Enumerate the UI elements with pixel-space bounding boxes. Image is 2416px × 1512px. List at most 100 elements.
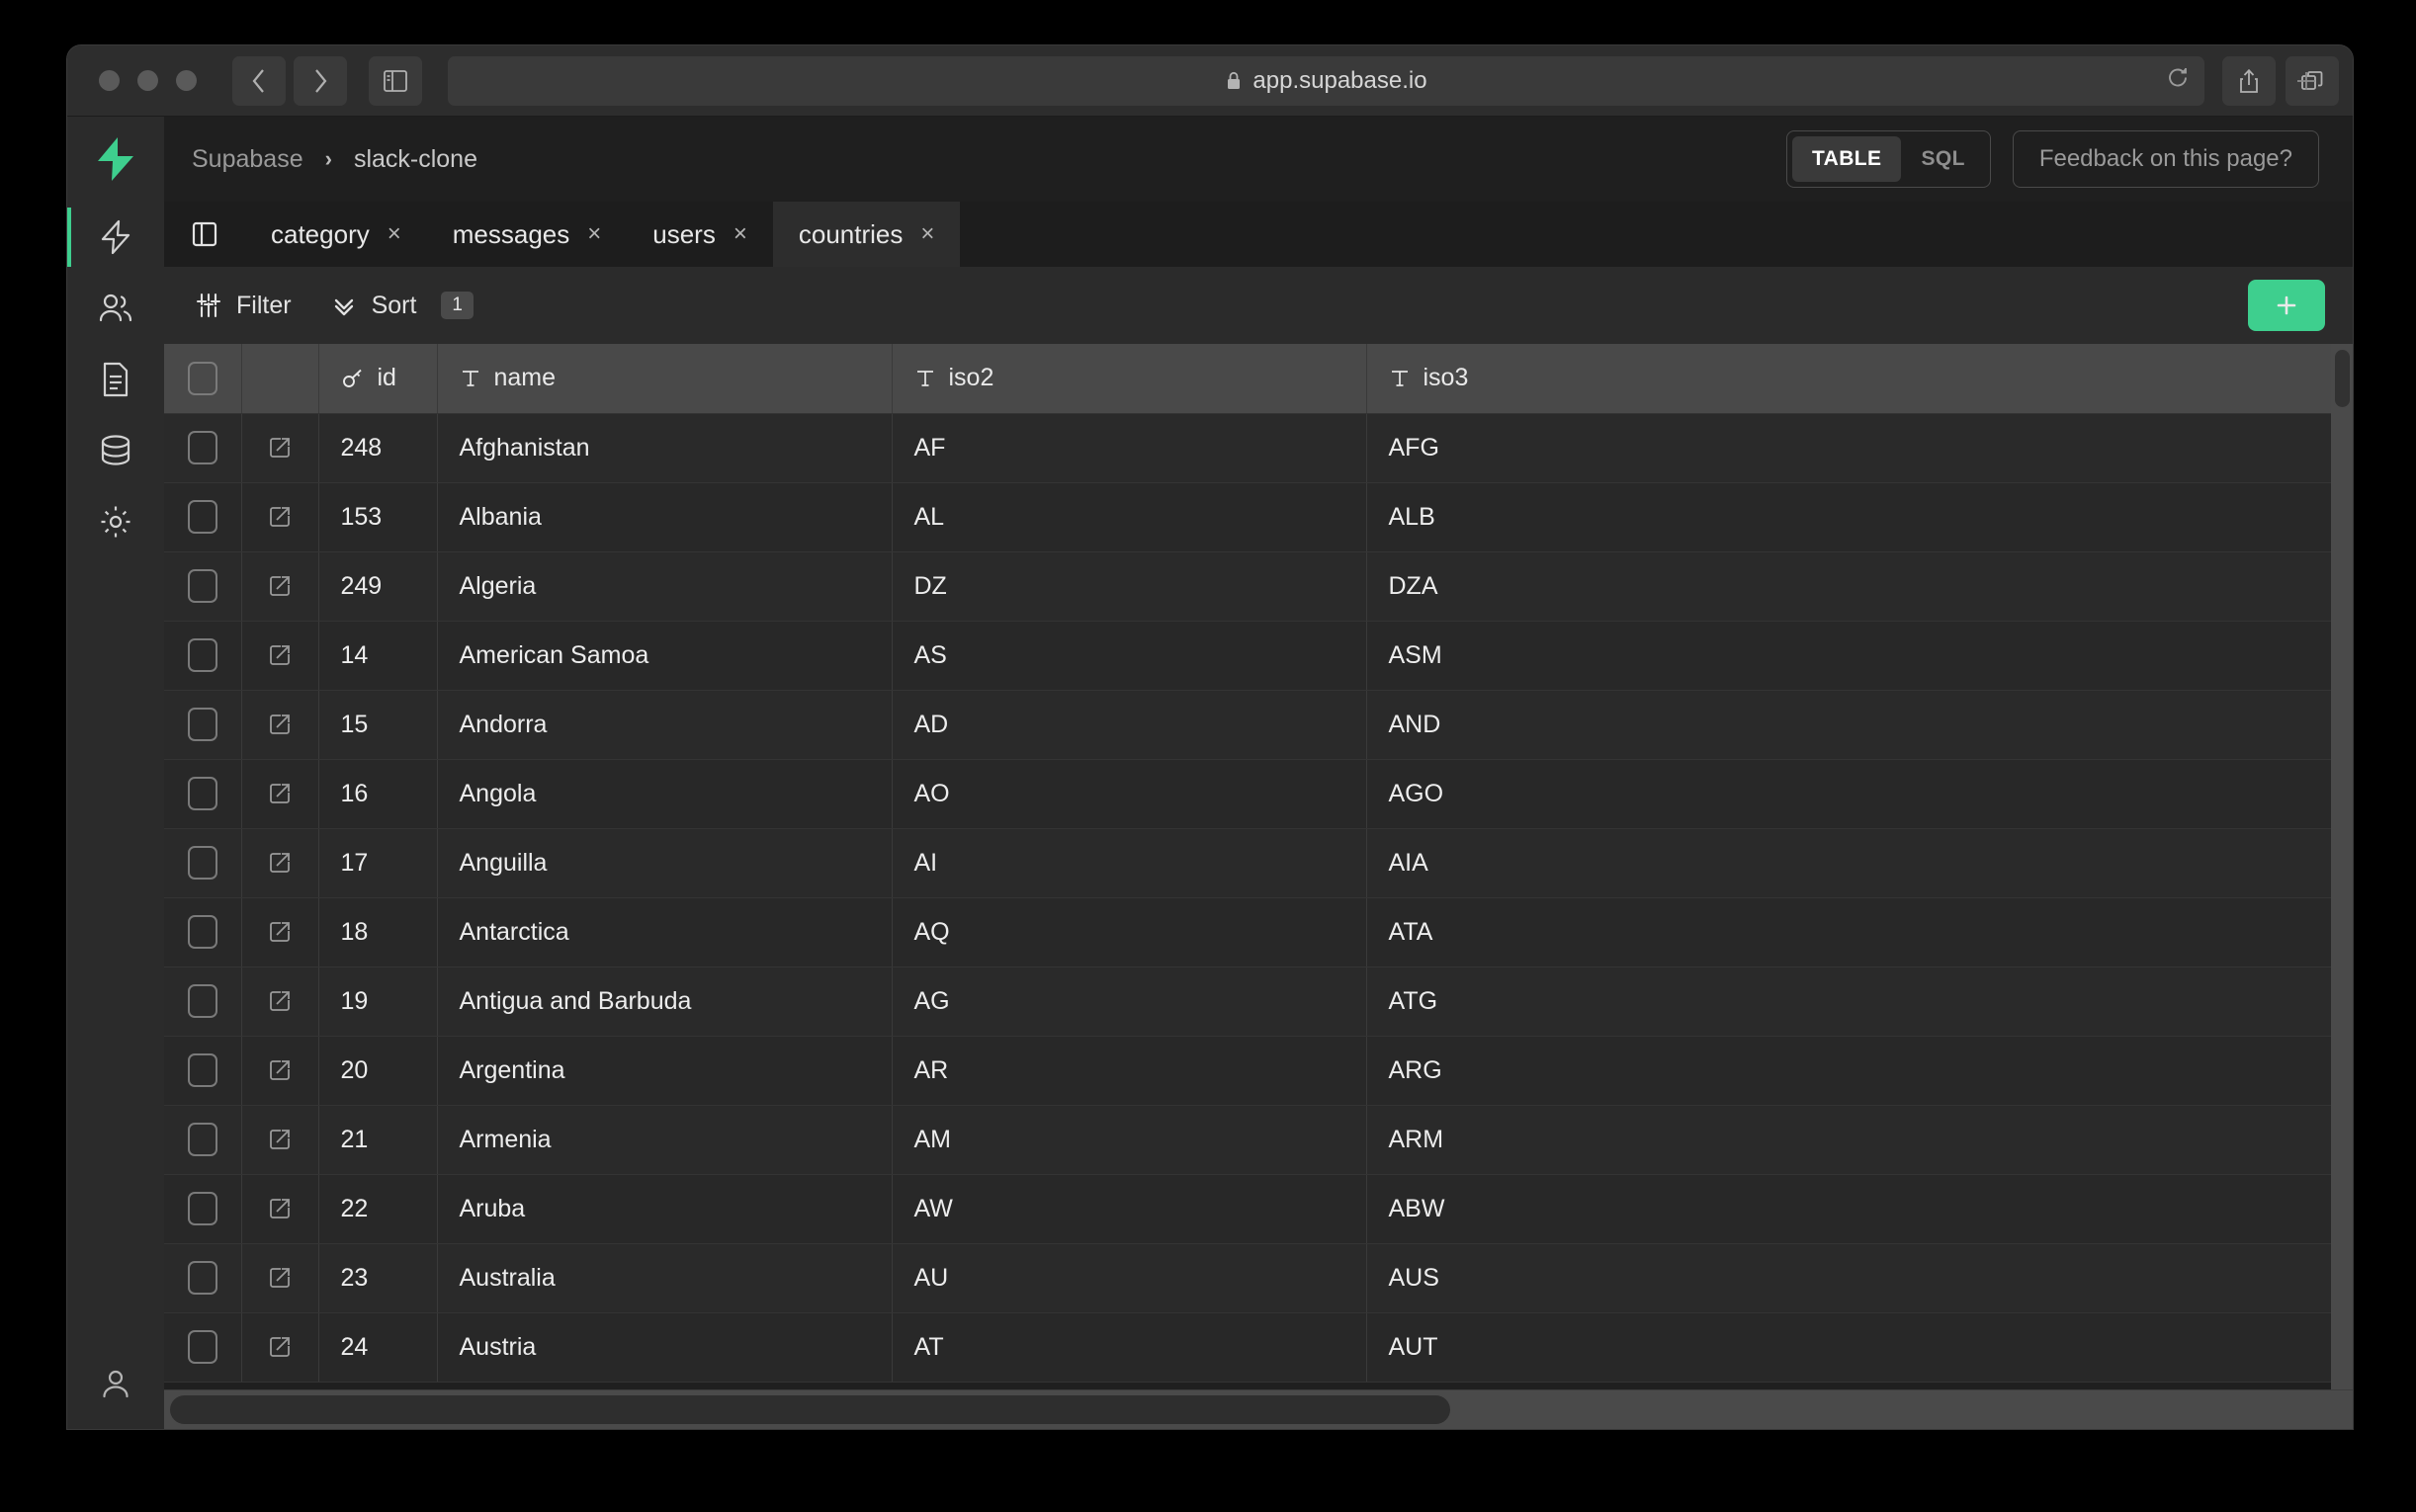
- row-select-cell[interactable]: [164, 966, 241, 1036]
- tab-users[interactable]: users ×: [627, 202, 773, 267]
- cell-iso2[interactable]: AW: [892, 1174, 1366, 1243]
- row-expand-cell[interactable]: [241, 1243, 318, 1312]
- select-all-header[interactable]: [164, 344, 241, 413]
- cell-id[interactable]: 249: [318, 551, 437, 621]
- cell-name[interactable]: Antigua and Barbuda: [437, 966, 892, 1036]
- row-expand-cell[interactable]: [241, 690, 318, 759]
- table-row[interactable]: 18AntarcticaAQATA: [164, 897, 2353, 966]
- address-bar[interactable]: app.supabase.io: [448, 56, 2204, 106]
- cell-name[interactable]: Angola: [437, 759, 892, 828]
- horizontal-scrollbar-thumb[interactable]: [170, 1395, 1450, 1424]
- cell-id[interactable]: 22: [318, 1174, 437, 1243]
- forward-button[interactable]: [294, 56, 347, 106]
- sidebar-item-auth[interactable]: [67, 273, 164, 344]
- row-expand-cell[interactable]: [241, 621, 318, 690]
- new-tab-button[interactable]: [2291, 45, 2353, 116]
- close-icon[interactable]: ×: [388, 222, 401, 246]
- tab-countries[interactable]: countries ×: [773, 202, 961, 267]
- cell-iso2[interactable]: AM: [892, 1105, 1366, 1174]
- cell-iso2[interactable]: AL: [892, 482, 1366, 551]
- cell-iso3[interactable]: ARM: [1366, 1105, 2353, 1174]
- horizontal-scrollbar[interactable]: [164, 1389, 2353, 1429]
- row-select-cell[interactable]: [164, 1105, 241, 1174]
- table-row[interactable]: 19Antigua and BarbudaAGATG: [164, 966, 2353, 1036]
- breadcrumb-org[interactable]: Supabase: [192, 145, 303, 174]
- cell-name[interactable]: Albania: [437, 482, 892, 551]
- add-row-button[interactable]: [2248, 280, 2325, 331]
- row-select-cell[interactable]: [164, 551, 241, 621]
- row-expand-cell[interactable]: [241, 1174, 318, 1243]
- cell-iso2[interactable]: AI: [892, 828, 1366, 897]
- table-row[interactable]: 21ArmeniaAMARM: [164, 1105, 2353, 1174]
- cell-id[interactable]: 21: [318, 1105, 437, 1174]
- close-icon[interactable]: ×: [587, 222, 601, 246]
- column-header-id[interactable]: id: [318, 344, 437, 413]
- cell-iso3[interactable]: ATG: [1366, 966, 2353, 1036]
- cell-iso2[interactable]: DZ: [892, 551, 1366, 621]
- row-expand-cell[interactable]: [241, 828, 318, 897]
- cell-iso2[interactable]: AF: [892, 413, 1366, 482]
- cell-id[interactable]: 18: [318, 897, 437, 966]
- row-checkbox[interactable]: [188, 431, 217, 464]
- row-expand-cell[interactable]: [241, 966, 318, 1036]
- table-row[interactable]: 24AustriaATAUT: [164, 1312, 2353, 1382]
- row-expand-cell[interactable]: [241, 897, 318, 966]
- cell-id[interactable]: 153: [318, 482, 437, 551]
- row-select-cell[interactable]: [164, 828, 241, 897]
- row-checkbox[interactable]: [188, 984, 217, 1018]
- cell-name[interactable]: American Samoa: [437, 621, 892, 690]
- cell-iso3[interactable]: DZA: [1366, 551, 2353, 621]
- row-checkbox[interactable]: [188, 1192, 217, 1225]
- cell-id[interactable]: 19: [318, 966, 437, 1036]
- close-icon[interactable]: ×: [920, 222, 934, 246]
- table-row[interactable]: 14American SamoaASASM: [164, 621, 2353, 690]
- cell-iso2[interactable]: AD: [892, 690, 1366, 759]
- tab-sql-view[interactable]: SQL: [1901, 136, 1984, 182]
- row-checkbox[interactable]: [188, 915, 217, 949]
- cell-iso3[interactable]: ARG: [1366, 1036, 2353, 1105]
- cell-iso2[interactable]: AT: [892, 1312, 1366, 1382]
- row-checkbox[interactable]: [188, 846, 217, 880]
- row-checkbox[interactable]: [188, 569, 217, 603]
- row-select-cell[interactable]: [164, 690, 241, 759]
- vertical-scrollbar-thumb[interactable]: [2335, 350, 2350, 407]
- row-expand-cell[interactable]: [241, 1312, 318, 1382]
- cell-id[interactable]: 14: [318, 621, 437, 690]
- row-select-cell[interactable]: [164, 482, 241, 551]
- cell-iso2[interactable]: AO: [892, 759, 1366, 828]
- account-button[interactable]: [67, 1340, 164, 1429]
- cell-id[interactable]: 23: [318, 1243, 437, 1312]
- row-select-cell[interactable]: [164, 1036, 241, 1105]
- row-checkbox[interactable]: [188, 1261, 217, 1295]
- row-expand-cell[interactable]: [241, 759, 318, 828]
- tab-table-view[interactable]: TABLE: [1792, 136, 1901, 182]
- close-icon[interactable]: ×: [733, 222, 747, 246]
- cell-id[interactable]: 17: [318, 828, 437, 897]
- cell-iso2[interactable]: AS: [892, 621, 1366, 690]
- cell-iso3[interactable]: AFG: [1366, 413, 2353, 482]
- cell-iso2[interactable]: AU: [892, 1243, 1366, 1312]
- column-header-iso3[interactable]: iso3: [1366, 344, 2353, 413]
- maximize-window-button[interactable]: [176, 70, 197, 91]
- cell-name[interactable]: Austria: [437, 1312, 892, 1382]
- cell-iso3[interactable]: AND: [1366, 690, 2353, 759]
- minimize-window-button[interactable]: [137, 70, 158, 91]
- row-expand-cell[interactable]: [241, 482, 318, 551]
- row-select-cell[interactable]: [164, 1174, 241, 1243]
- row-expand-cell[interactable]: [241, 1105, 318, 1174]
- cell-iso2[interactable]: AG: [892, 966, 1366, 1036]
- cell-name[interactable]: Andorra: [437, 690, 892, 759]
- tab-category[interactable]: category ×: [245, 202, 427, 267]
- cell-id[interactable]: 248: [318, 413, 437, 482]
- row-checkbox[interactable]: [188, 777, 217, 810]
- select-all-checkbox[interactable]: [188, 362, 217, 395]
- table-row[interactable]: 22ArubaAWABW: [164, 1174, 2353, 1243]
- table-row[interactable]: 15AndorraADAND: [164, 690, 2353, 759]
- cell-name[interactable]: Afghanistan: [437, 413, 892, 482]
- cell-iso3[interactable]: AIA: [1366, 828, 2353, 897]
- row-select-cell[interactable]: [164, 759, 241, 828]
- row-expand-cell[interactable]: [241, 1036, 318, 1105]
- table-row[interactable]: 17AnguillaAIAIA: [164, 828, 2353, 897]
- row-select-cell[interactable]: [164, 897, 241, 966]
- table-row[interactable]: 249AlgeriaDZDZA: [164, 551, 2353, 621]
